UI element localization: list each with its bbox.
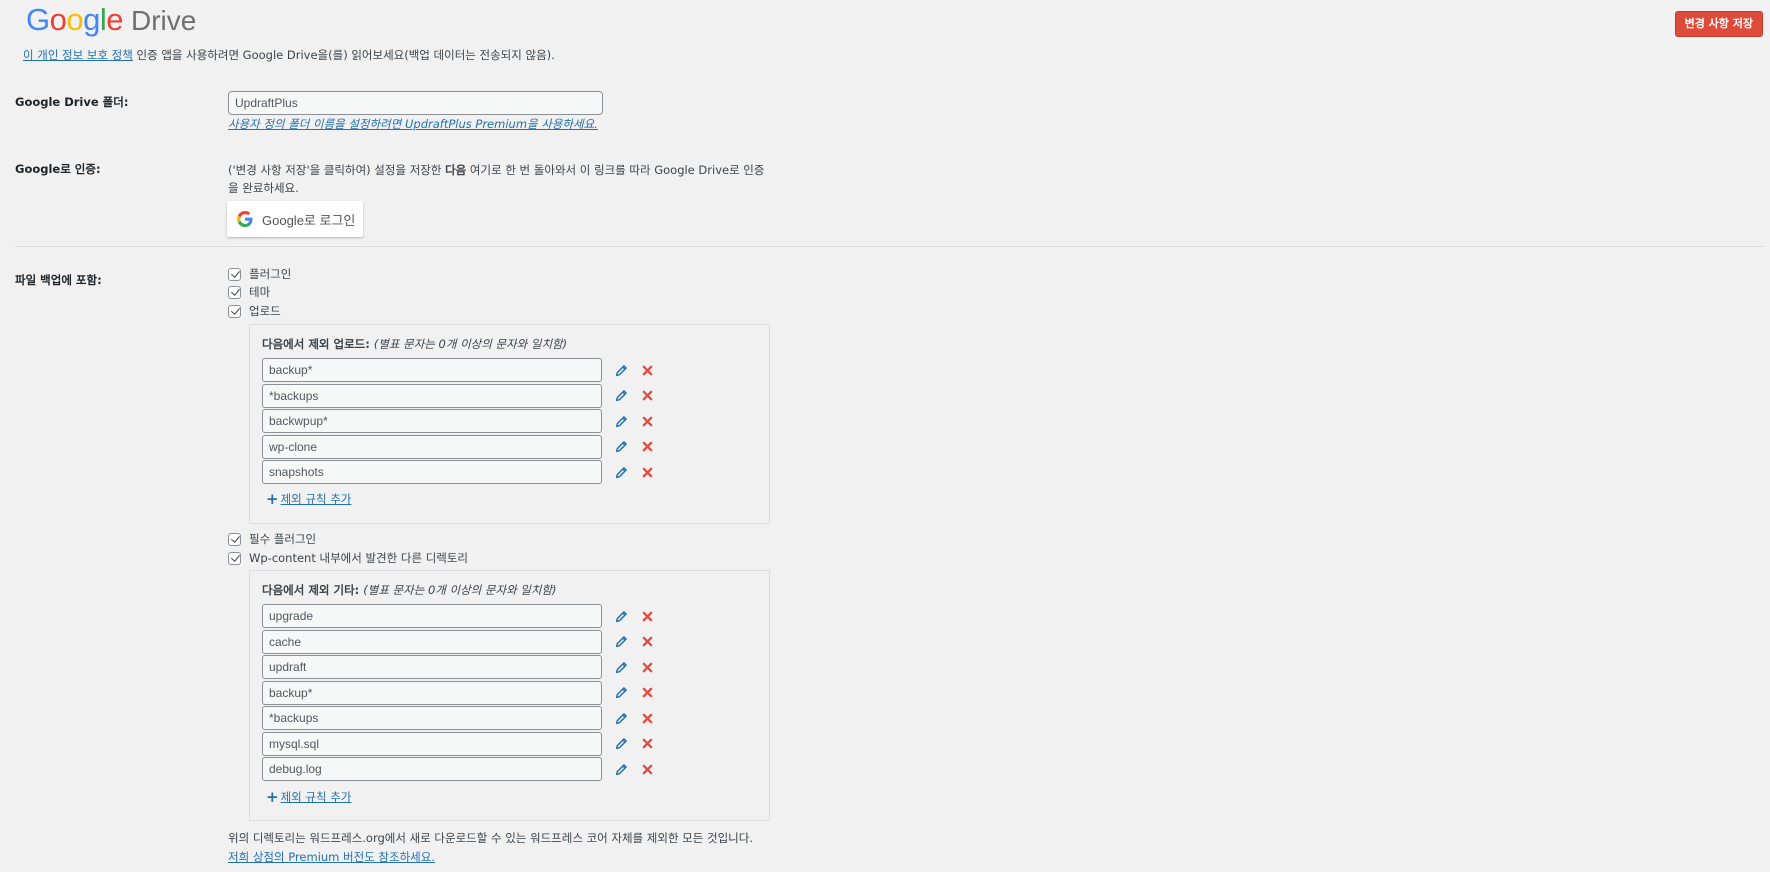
others-exclude-title-text: 다음에서 제외 기타: bbox=[262, 583, 360, 597]
auth-label: Google로 인증: bbox=[15, 162, 101, 176]
save-changes-button[interactable]: 변경 사항 저장 bbox=[1674, 11, 1763, 37]
others-rule-input[interactable]: backup* bbox=[262, 680, 602, 705]
premium-store-link[interactable]: 저희 상점의 Premium 버전도 참조하세요. bbox=[228, 849, 435, 865]
others-rule-row: backup* bbox=[262, 680, 654, 705]
privacy-policy-link[interactable]: 이 개인 정보 보호 정책 bbox=[23, 48, 133, 62]
uploads-rule-row: backwpup* bbox=[262, 409, 654, 433]
others-add-rule[interactable]: + 제외 규칙 추가 bbox=[266, 789, 351, 805]
plus-icon: + bbox=[266, 490, 279, 508]
delete-x-icon[interactable] bbox=[640, 440, 654, 454]
logo-drive-text: Drive bbox=[131, 5, 197, 36]
delete-x-icon[interactable] bbox=[640, 660, 654, 674]
pencil-icon[interactable] bbox=[614, 686, 628, 700]
plus-icon: + bbox=[266, 788, 279, 806]
premium-folder-link[interactable]: 사용자 정의 폴더 이름을 설정하려면 UpdraftPlus Premium을… bbox=[228, 116, 598, 132]
others-checkbox[interactable] bbox=[228, 551, 241, 565]
delete-x-icon[interactable] bbox=[640, 363, 654, 377]
checkbox-row-mu-plugins[interactable]: 필수 플러그인 bbox=[228, 531, 316, 547]
others-rule-row: debug.log bbox=[262, 757, 654, 781]
uploads-checkbox-label: 업로드 bbox=[249, 304, 281, 318]
privacy-notice: 이 개인 정보 보호 정책 인증 앱을 사용하려면 Google Drive을(… bbox=[23, 47, 555, 63]
google-g-icon bbox=[237, 211, 253, 227]
folder-label: Google Drive 폴더: bbox=[15, 95, 129, 109]
uploads-rule-input[interactable]: wp-clone bbox=[262, 434, 602, 459]
others-rule-row: mysql.sql bbox=[262, 731, 654, 756]
uploads-exclude-box: 다음에서 제외 업로드: (별표 문자는 0개 이상의 문자와 일치함) bac… bbox=[249, 324, 770, 524]
delete-x-icon[interactable] bbox=[640, 737, 654, 751]
auth-text-before: ('변경 사항 저장'을 클릭하여) 설정을 저장한 bbox=[228, 163, 446, 177]
auth-text-bold: 다음 bbox=[445, 163, 467, 177]
uploads-checkbox[interactable] bbox=[228, 304, 241, 318]
uploads-rule-row: snapshots bbox=[262, 460, 654, 484]
mu-plugins-checkbox[interactable] bbox=[228, 532, 241, 546]
others-rule-row: cache bbox=[262, 629, 654, 654]
include-label: 파일 백업에 포함: bbox=[15, 273, 102, 287]
google-login-button[interactable]: Google로 로그인 bbox=[227, 201, 363, 237]
uploads-rule-row: *backups bbox=[262, 383, 654, 408]
pencil-icon[interactable] bbox=[614, 711, 628, 725]
themes-checkbox[interactable] bbox=[228, 285, 241, 299]
pencil-icon[interactable] bbox=[614, 440, 628, 454]
others-add-rule-link[interactable]: 제외 규칙 추가 bbox=[281, 789, 352, 805]
uploads-exclude-hint: (별표 문자는 0개 이상의 문자와 일치함) bbox=[373, 337, 568, 351]
delete-x-icon[interactable] bbox=[640, 389, 654, 403]
pencil-icon[interactable] bbox=[614, 363, 628, 377]
google-drive-logo: Google Drive bbox=[26, 2, 196, 38]
uploads-exclude-title-text: 다음에서 제외 업로드: bbox=[262, 337, 370, 351]
uploads-rule-input[interactable]: snapshots bbox=[262, 460, 602, 484]
plugins-checkbox[interactable] bbox=[228, 267, 241, 281]
others-checkbox-label: Wp-content 내부에서 발견한 다른 디렉토리 bbox=[249, 551, 469, 565]
others-rule-input[interactable]: mysql.sql bbox=[262, 731, 602, 756]
logo-google-text: Google bbox=[26, 2, 124, 37]
uploads-rule-row: backup* bbox=[262, 358, 654, 382]
themes-checkbox-label: 테마 bbox=[249, 285, 271, 299]
pencil-icon[interactable] bbox=[614, 635, 628, 649]
pencil-icon[interactable] bbox=[614, 389, 628, 403]
checkbox-row-themes[interactable]: 테마 bbox=[228, 284, 270, 300]
delete-x-icon[interactable] bbox=[640, 465, 654, 479]
delete-x-icon[interactable] bbox=[640, 635, 654, 649]
delete-x-icon[interactable] bbox=[640, 711, 654, 725]
delete-x-icon[interactable] bbox=[640, 762, 654, 776]
pencil-icon[interactable] bbox=[614, 762, 628, 776]
checkbox-row-plugins[interactable]: 플러그인 bbox=[228, 266, 291, 282]
delete-x-icon[interactable] bbox=[640, 686, 654, 700]
uploads-rule-input[interactable]: backup* bbox=[262, 358, 602, 382]
others-rule-row: upgrade bbox=[262, 604, 654, 628]
uploads-exclude-title: 다음에서 제외 업로드: (별표 문자는 0개 이상의 문자와 일치함) bbox=[262, 336, 567, 352]
delete-x-icon[interactable] bbox=[640, 414, 654, 428]
others-rule-row: *backups bbox=[262, 706, 654, 730]
pencil-icon[interactable] bbox=[614, 414, 628, 428]
others-rule-input[interactable]: updraft bbox=[262, 655, 602, 679]
others-rule-row: updraft bbox=[262, 655, 654, 679]
checkbox-row-others[interactable]: Wp-content 내부에서 발견한 다른 디렉토리 bbox=[228, 550, 468, 566]
section-divider bbox=[15, 246, 1764, 247]
folder-input[interactable]: UpdraftPlus bbox=[228, 91, 603, 115]
others-rule-input[interactable]: *backups bbox=[262, 706, 602, 730]
uploads-rule-input[interactable]: backwpup* bbox=[262, 409, 602, 433]
pencil-icon[interactable] bbox=[614, 465, 628, 479]
others-rule-input[interactable]: upgrade bbox=[262, 604, 602, 628]
others-exclude-hint: (별표 문자는 0개 이상의 문자와 일치함) bbox=[363, 583, 557, 597]
uploads-rule-input[interactable]: *backups bbox=[262, 383, 602, 408]
others-exclude-title: 다음에서 제외 기타: (별표 문자는 0개 이상의 문자와 일치함) bbox=[262, 582, 557, 598]
pencil-icon[interactable] bbox=[614, 737, 628, 751]
uploads-add-rule[interactable]: + 제외 규칙 추가 bbox=[266, 491, 351, 507]
pencil-icon[interactable] bbox=[614, 609, 628, 623]
plugins-checkbox-label: 플러그인 bbox=[249, 267, 292, 281]
google-login-label: Google로 로그인 bbox=[262, 212, 356, 228]
checkbox-row-uploads[interactable]: 업로드 bbox=[228, 303, 281, 319]
core-files-note: 위의 디렉토리는 워드프레스.org에서 새로 다운로드할 수 있는 워드프레스… bbox=[228, 831, 753, 845]
privacy-notice-text: 인증 앱을 사용하려면 Google Drive을(를) 읽어보세요(백업 데이… bbox=[132, 48, 555, 62]
auth-instructions: ('변경 사항 저장'을 클릭하여) 설정을 저장한 다음 여기로 한 번 돌아… bbox=[228, 161, 773, 197]
others-exclude-box: 다음에서 제외 기타: (별표 문자는 0개 이상의 문자와 일치함) upgr… bbox=[249, 570, 770, 821]
pencil-icon[interactable] bbox=[614, 660, 628, 674]
others-rule-input[interactable]: debug.log bbox=[262, 757, 602, 781]
uploads-add-rule-link[interactable]: 제외 규칙 추가 bbox=[281, 491, 352, 507]
others-rule-input[interactable]: cache bbox=[262, 629, 602, 654]
mu-plugins-checkbox-label: 필수 플러그인 bbox=[249, 532, 317, 546]
uploads-rule-row: wp-clone bbox=[262, 434, 654, 459]
delete-x-icon[interactable] bbox=[640, 609, 654, 623]
